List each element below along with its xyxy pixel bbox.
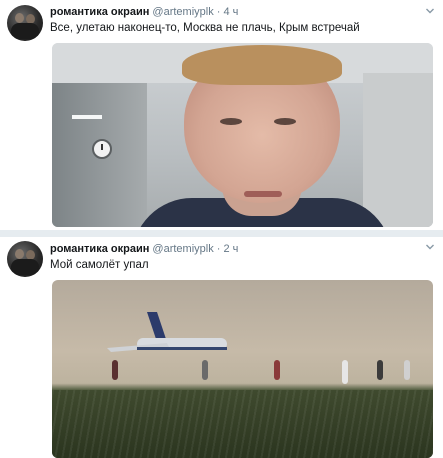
person-figure [404, 360, 410, 380]
timestamp[interactable]: 4 ч [224, 6, 239, 18]
photo-person [132, 45, 392, 227]
photo-pillar [363, 73, 433, 227]
tweet-photo-selfie[interactable] [52, 43, 433, 227]
avatar[interactable] [7, 241, 43, 277]
user-handle[interactable]: @artemiyplk [152, 243, 213, 255]
display-name[interactable]: романтика окраин [50, 6, 149, 18]
tweet-text: Все, улетаю наконец-то, Москва не плачь,… [50, 22, 360, 34]
chevron-down-icon[interactable] [425, 242, 435, 252]
tweet-header: романтика окраин @artemiyplk · 2 ч [50, 243, 238, 255]
tweet-photo-crash[interactable] [52, 280, 433, 458]
display-name[interactable]: романтика окраин [50, 243, 149, 255]
airplane-icon [107, 312, 227, 352]
separator: · [216, 6, 221, 18]
timestamp[interactable]: 2 ч [224, 243, 239, 255]
avatar[interactable] [7, 5, 43, 41]
tweet-header: романтика окраин @artemiyplk · 4 ч [50, 6, 238, 18]
person-figure [202, 360, 208, 380]
separator: · [216, 243, 221, 255]
user-handle[interactable]: @artemiyplk [152, 6, 213, 18]
person-figure [377, 360, 383, 380]
tweet-2[interactable]: романтика окраин @artemiyplk · 2 ч Мой с… [0, 232, 443, 458]
photo-light [72, 115, 102, 119]
tweet-text: Мой самолёт упал [50, 259, 149, 271]
person-figure [274, 360, 280, 380]
person-figure [112, 360, 118, 380]
clock-icon [92, 139, 112, 159]
photo-field [52, 390, 433, 458]
chevron-down-icon[interactable] [425, 6, 435, 16]
tweet-1[interactable]: романтика окраин @artemiyplk · 4 ч Все, … [0, 0, 443, 232]
person-figure [342, 360, 348, 384]
